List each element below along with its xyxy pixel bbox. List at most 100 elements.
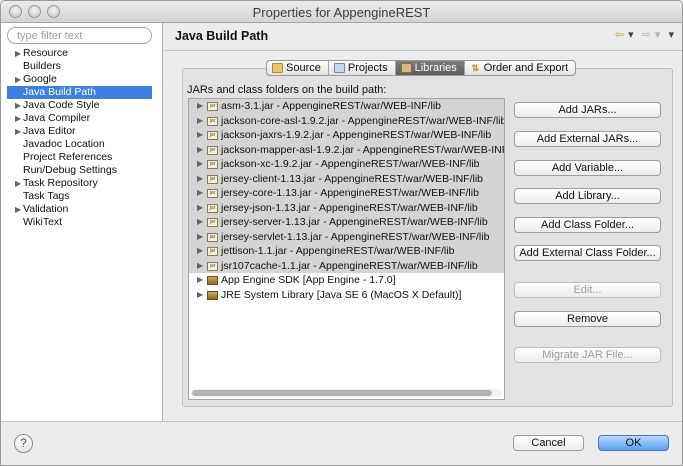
- list-item[interactable]: ▶ jar jackson-core-asl-1.9.2.jar - Appengi…: [189, 113, 504, 129]
- cancel-button[interactable]: Cancel: [513, 435, 584, 451]
- jar-file-icon: jar: [207, 116, 218, 126]
- expand-arrow-icon[interactable]: ▶: [15, 47, 23, 60]
- expand-arrow-icon[interactable]: ▶: [197, 273, 203, 288]
- expand-arrow-icon[interactable]: ▶: [15, 99, 23, 112]
- sidebar-item-task-tags[interactable]: Task Tags: [1, 190, 163, 203]
- entry-label: jackson-mapper-asl-1.9.2.jar - Appengine…: [221, 143, 505, 156]
- tab-order-and-export[interactable]: ⇅ Order and Export: [465, 61, 575, 75]
- sidebar-item-builders[interactable]: Builders: [1, 60, 163, 73]
- page-title: Java Build Path: [175, 29, 269, 43]
- build-path-list-label: JARs and class folders on the build path…: [187, 84, 387, 96]
- entry-label: jettison-1.1.jar - AppengineREST/war/WEB…: [221, 245, 455, 257]
- list-item[interactable]: ▶ jar jackson-jaxrs-1.9.2.jar - AppengineR…: [189, 128, 504, 143]
- expand-arrow-icon[interactable]: ▶: [197, 259, 203, 274]
- entry-label: jersey-client-1.13.jar - AppengineREST/w…: [221, 172, 484, 185]
- sidebar-item-label: WikiText: [23, 216, 63, 228]
- list-item[interactable]: ▶ jar jersey-servlet-1.13.jar - AppengineR…: [189, 229, 504, 245]
- expand-arrow-icon[interactable]: ▶: [197, 215, 203, 230]
- title-bar: Properties for AppengineREST: [1, 1, 682, 23]
- back-arrow-icon[interactable]: ⇦: [615, 29, 625, 41]
- add-library-button[interactable]: Add Library...: [514, 188, 661, 204]
- list-item[interactable]: ▶ jar jsr107cache-1.1.jar - AppengineREST/…: [189, 258, 504, 274]
- main-panel: Java Build Path ⇦ ▾ ⇨ ▾ ▾ Source Projects …: [164, 23, 682, 421]
- help-icon[interactable]: ?: [14, 434, 33, 453]
- navigation-controls: ⇦ ▾ ⇨ ▾ ▾: [612, 28, 675, 41]
- sidebar-item-java-compiler[interactable]: ▶ Java Compiler: [1, 112, 163, 125]
- libraries-icon: [400, 63, 412, 73]
- view-menu-chevron-icon[interactable]: ▾: [668, 29, 675, 41]
- sidebar-item-label: Java Compiler: [23, 112, 91, 124]
- expand-arrow-icon[interactable]: ▶: [197, 186, 203, 201]
- sidebar-item-java-code-style[interactable]: ▶ Java Code Style: [1, 99, 163, 112]
- expand-arrow-icon[interactable]: ▶: [15, 203, 23, 216]
- filter-input[interactable]: [7, 27, 152, 44]
- sidebar-item-label: Task Tags: [23, 190, 70, 202]
- add-class-folder-button[interactable]: Add Class Folder...: [514, 217, 661, 233]
- list-item[interactable]: ▶ jar jersey-server-1.13.jar - AppengineRE…: [189, 215, 504, 230]
- sidebar-item-javadoc-location[interactable]: Javadoc Location: [1, 138, 163, 151]
- sidebar-item-validation[interactable]: ▶ Validation: [1, 203, 163, 216]
- expand-arrow-icon[interactable]: ▶: [15, 177, 23, 190]
- entry-label: jackson-xc-1.9.2.jar - AppengineREST/war…: [221, 158, 480, 170]
- sidebar-item-label: Google: [23, 73, 57, 85]
- expand-arrow-icon[interactable]: ▶: [197, 201, 203, 216]
- footer-divider: [1, 421, 682, 422]
- forward-menu-chevron-icon[interactable]: ▾: [655, 29, 662, 41]
- expand-arrow-icon[interactable]: ▶: [15, 73, 23, 86]
- add-variable-button[interactable]: Add Variable...: [514, 160, 661, 176]
- list-item[interactable]: ▶ jar jackson-mapper-asl-1.9.2.jar - Appen…: [189, 142, 505, 158]
- sidebar-item-google[interactable]: ▶ Google: [1, 73, 163, 86]
- expand-arrow-icon[interactable]: ▶: [197, 157, 203, 172]
- sidebar-item-label: Task Repository: [23, 177, 98, 189]
- jar-file-icon: jar: [207, 102, 218, 111]
- entry-label: jersey-core-1.13.jar - AppengineREST/war…: [221, 187, 479, 199]
- sidebar-item-run-debug-settings[interactable]: Run/Debug Settings: [1, 164, 163, 177]
- build-path-entries-list[interactable]: ▶ jar asm-3.1.jar - AppengineREST/war/WEB-…: [188, 98, 505, 400]
- sidebar-item-label: Java Code Style: [23, 99, 100, 111]
- header-divider: [164, 50, 682, 51]
- sidebar-item-resource[interactable]: ▶ Resource: [1, 47, 163, 60]
- horizontal-scrollbar[interactable]: [191, 389, 502, 397]
- ok-button[interactable]: OK: [598, 435, 669, 451]
- list-item[interactable]: ▶ jar jersey-json-1.13.jar - AppengineREST…: [189, 200, 504, 216]
- expand-arrow-icon[interactable]: ▶: [197, 99, 203, 114]
- add-jars-button[interactable]: Add JARs...: [514, 102, 661, 118]
- expand-arrow-icon[interactable]: ▶: [197, 230, 203, 245]
- list-item[interactable]: ▶ App Engine SDK [App Engine - 1.7.0]: [189, 273, 504, 288]
- tab-label: Libraries: [414, 62, 457, 74]
- add-external-jars-button[interactable]: Add External JARs...: [514, 131, 661, 147]
- list-item[interactable]: ▶ jar jersey-client-1.13.jar - AppengineRE…: [189, 171, 504, 187]
- tab-libraries[interactable]: Libraries: [395, 61, 465, 75]
- edit-button[interactable]: Edit...: [514, 282, 661, 298]
- list-item[interactable]: ▶ JRE System Library [Java SE 6 (MacOS X …: [189, 288, 504, 303]
- sidebar-item-project-references[interactable]: Project References: [1, 151, 163, 164]
- scrollbar-thumb[interactable]: [192, 390, 492, 396]
- expand-arrow-icon[interactable]: ▶: [197, 172, 203, 187]
- expand-arrow-icon[interactable]: ▶: [197, 244, 203, 259]
- add-external-class-folder-button[interactable]: Add External Class Folder...: [514, 245, 661, 261]
- expand-arrow-icon[interactable]: ▶: [15, 112, 23, 125]
- expand-arrow-icon[interactable]: ▶: [197, 143, 203, 158]
- library-icon: [207, 276, 218, 285]
- sidebar-item-task-repository[interactable]: ▶ Task Repository: [1, 177, 163, 190]
- tab-projects[interactable]: Projects: [329, 61, 396, 75]
- jar-file-icon: jar: [207, 131, 218, 140]
- sidebar-item-wikitext[interactable]: WikiText: [1, 216, 163, 229]
- list-item[interactable]: ▶ jar jersey-core-1.13.jar - AppengineREST…: [189, 186, 504, 201]
- back-menu-chevron-icon[interactable]: ▾: [628, 29, 635, 41]
- tab-source[interactable]: Source: [267, 61, 329, 75]
- entry-label: jersey-servlet-1.13.jar - AppengineREST/…: [221, 230, 490, 243]
- expand-arrow-icon[interactable]: ▶: [197, 114, 203, 129]
- list-item[interactable]: ▶ jar jackson-xc-1.9.2.jar - AppengineREST…: [189, 157, 504, 172]
- expand-arrow-icon[interactable]: ▶: [197, 288, 203, 303]
- list-item[interactable]: ▶ jar asm-3.1.jar - AppengineREST/war/WEB-…: [189, 99, 504, 114]
- remove-button[interactable]: Remove: [514, 311, 661, 327]
- forward-arrow-icon[interactable]: ⇨: [642, 29, 652, 41]
- properties-tree: ▶ Resource Builders ▶ Google Java Build Path ▶…: [1, 47, 163, 229]
- migrate-jar-button[interactable]: Migrate JAR File...: [514, 347, 661, 363]
- sidebar-item-java-build-path[interactable]: Java Build Path: [7, 86, 152, 99]
- expand-arrow-icon[interactable]: ▶: [15, 125, 23, 138]
- expand-arrow-icon[interactable]: ▶: [197, 128, 203, 143]
- list-item[interactable]: ▶ jar jettison-1.1.jar - AppengineREST/war…: [189, 244, 504, 259]
- sidebar-item-java-editor[interactable]: ▶ Java Editor: [1, 125, 163, 138]
